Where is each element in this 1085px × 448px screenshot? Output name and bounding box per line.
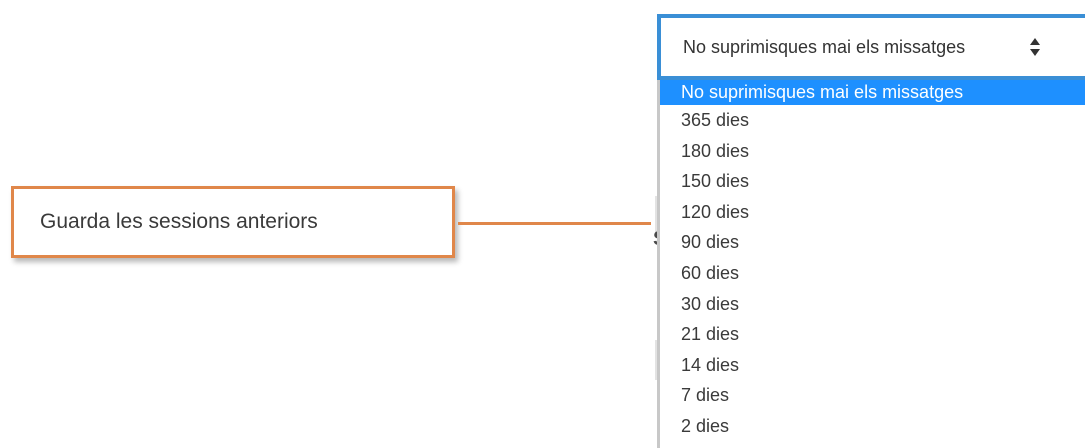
select-option[interactable]: 180 dies	[660, 136, 1085, 167]
select-option[interactable]: 14 dies	[660, 350, 1085, 381]
up-down-caret-icon	[1029, 35, 1041, 59]
select-option[interactable]: 120 dies	[660, 197, 1085, 228]
select-option[interactable]: 90 dies	[660, 227, 1085, 258]
select-option[interactable]: No suprimisques mai els missatges	[660, 80, 1085, 105]
select-dropdown-list: No suprimisques mai els missatges 365 di…	[657, 80, 1085, 448]
callout-label: Guarda les sessions anteriors	[40, 210, 318, 233]
callout-connector-line	[458, 222, 651, 225]
select-option[interactable]: 7 dies	[660, 380, 1085, 411]
select-current-value: No suprimisques mai els missatges	[683, 37, 966, 57]
select-option[interactable]: 365 dies	[660, 105, 1085, 136]
select-option[interactable]: 150 dies	[660, 166, 1085, 197]
callout-box: Guarda les sessions anteriors	[11, 186, 455, 258]
select-option[interactable]: 2 dies	[660, 411, 1085, 442]
screenshot-stage: S Guarda les sessions anteriors No supri…	[0, 0, 1085, 448]
select-options: No suprimisques mai els missatges 365 di…	[660, 80, 1085, 442]
message-retention-select[interactable]: No suprimisques mai els missatges	[657, 14, 1085, 80]
select-option[interactable]: 60 dies	[660, 258, 1085, 289]
select-option[interactable]: 21 dies	[660, 319, 1085, 350]
select-option[interactable]: 30 dies	[660, 289, 1085, 320]
